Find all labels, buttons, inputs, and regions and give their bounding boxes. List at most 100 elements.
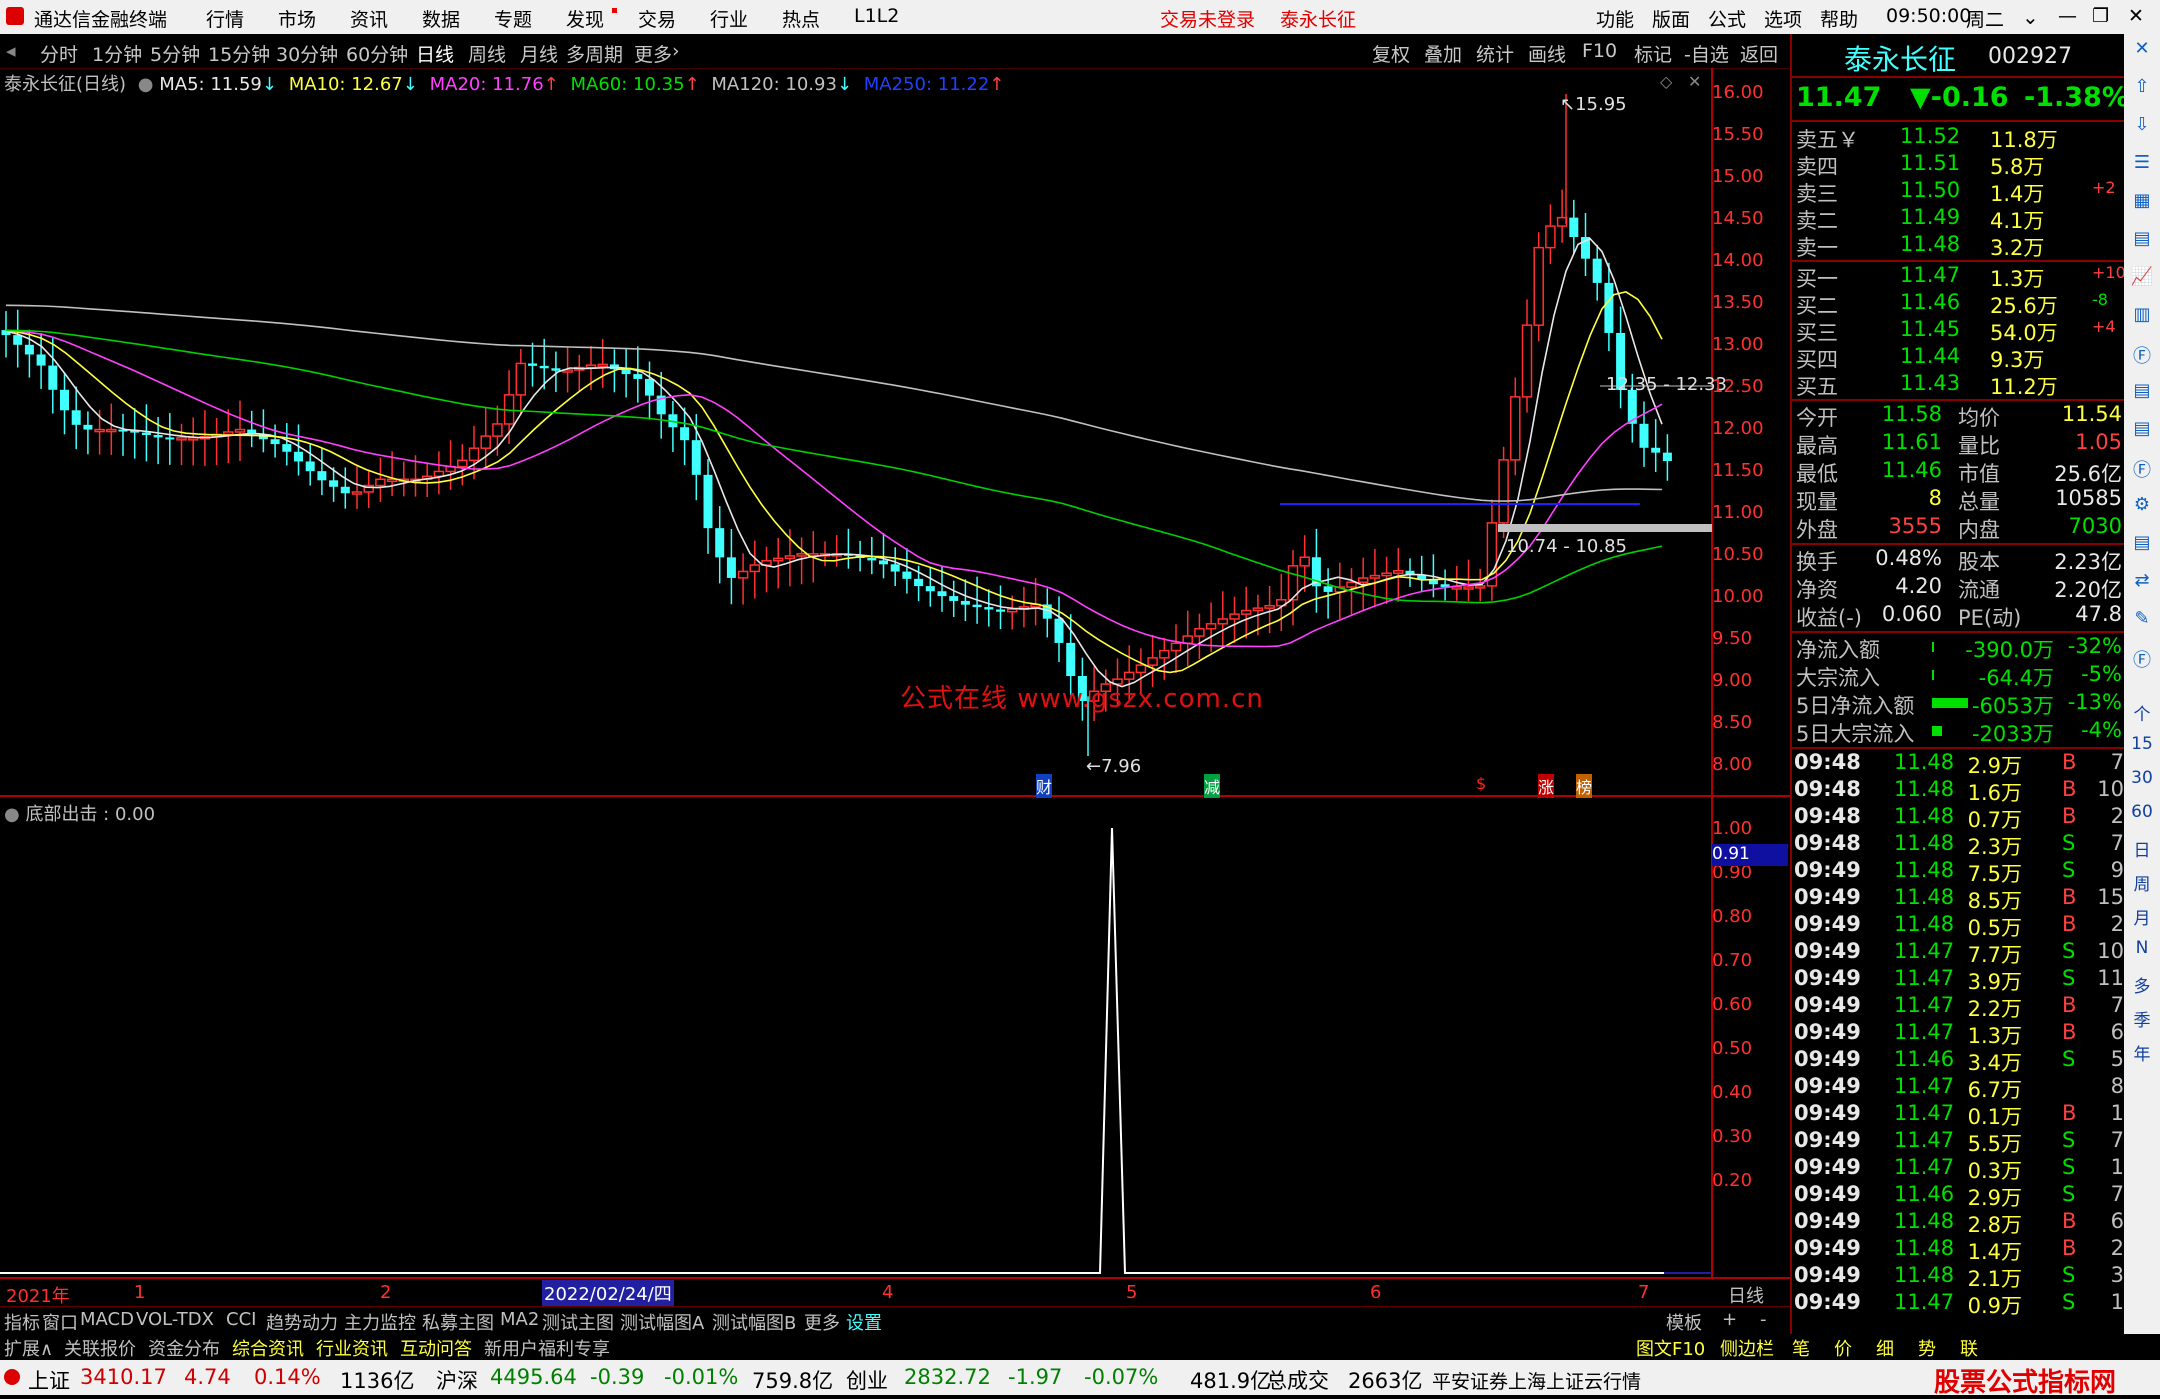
period-tab[interactable]: 1分钟: [92, 40, 142, 67]
tool-f10[interactable]: F10: [1582, 40, 1617, 62]
indicator-tab[interactable]: MA2: [500, 1309, 539, 1330]
side-tool-icon[interactable]: ⚙: [2130, 494, 2154, 518]
menu-hot[interactable]: 热点: [782, 5, 820, 32]
side-tool-icon[interactable]: ✕: [2130, 38, 2154, 62]
period-tab[interactable]: 60分钟: [346, 40, 408, 67]
side-tool-icon[interactable]: ✎: [2130, 608, 2154, 632]
panel-tab[interactable]: 细: [1876, 1335, 1894, 1361]
side-tool-icon[interactable]: ▥: [2130, 304, 2154, 328]
dropdown-icon[interactable]: ⌄: [2022, 5, 2039, 29]
info-tab[interactable]: 互动问答: [400, 1335, 472, 1361]
event-mark-reduce[interactable]: 减: [1204, 774, 1221, 798]
side-period-btn[interactable]: N: [2124, 938, 2160, 958]
side-tool-icon[interactable]: ▤: [2130, 418, 2154, 442]
tool-stat[interactable]: 统计: [1476, 40, 1514, 67]
side-tool-icon[interactable]: Ⓕ: [2130, 342, 2154, 367]
menu-l1l2[interactable]: L1L2: [854, 5, 899, 27]
info-tab[interactable]: 关联报价: [64, 1335, 136, 1361]
chart-area[interactable]: 泰永长征(日线) ● MA5: 11.59↓ MA10: 12.67↓ MA20…: [0, 68, 1790, 1307]
ask-row[interactable]: 卖二 11.49 4.1万: [1792, 205, 2126, 233]
period-tab[interactable]: 30分钟: [276, 40, 338, 67]
side-tool-icon[interactable]: ▦: [2130, 190, 2154, 214]
bid-row[interactable]: 买四 11.44 9.3万: [1792, 344, 2126, 372]
side-period-btn[interactable]: 15: [2124, 734, 2160, 754]
menu-topic[interactable]: 专题: [494, 5, 532, 32]
side-tool-icon[interactable]: ▤: [2130, 228, 2154, 252]
kline-chart[interactable]: [0, 68, 1790, 1306]
side-tool-icon[interactable]: ▤: [2130, 380, 2154, 404]
event-mark-list[interactable]: 榜: [1576, 774, 1593, 798]
menu-market[interactable]: 市场: [278, 5, 316, 32]
event-mark-finance[interactable]: 财: [1036, 774, 1053, 798]
period-tab-active[interactable]: 日线: [416, 40, 454, 67]
period-tab[interactable]: 分时: [40, 40, 78, 67]
menu-industry[interactable]: 行业: [710, 5, 748, 32]
bid-row[interactable]: 买一 11.47 1.3万 +10: [1792, 263, 2126, 291]
side-period-btn[interactable]: 周: [2124, 870, 2160, 895]
period-tab[interactable]: 多周期: [566, 40, 623, 67]
panel-tab[interactable]: 图文F10: [1636, 1335, 1705, 1361]
side-tool-icon[interactable]: ⇄: [2130, 570, 2154, 594]
side-tool-icon[interactable]: ⇧: [2130, 76, 2154, 100]
close-icon[interactable]: ✕: [2128, 5, 2144, 27]
menu-layout[interactable]: 版面: [1652, 5, 1690, 32]
period-tab[interactable]: 周线: [468, 40, 506, 67]
indicator-tab[interactable]: MACD: [80, 1309, 134, 1330]
event-mark-dollar[interactable]: $: [1476, 774, 1486, 793]
side-period-btn[interactable]: 多: [2124, 972, 2160, 997]
diamond-icon[interactable]: ◇: [1660, 72, 1672, 91]
settings-icon[interactable]: ●: [138, 74, 154, 95]
menu-formula[interactable]: 公式: [1708, 5, 1746, 32]
side-period-btn[interactable]: 年: [2124, 1040, 2160, 1065]
ask-row[interactable]: 卖三 11.50 1.4万 +2: [1792, 178, 2126, 206]
ask-row[interactable]: 卖五￥ 11.52 11.8万: [1792, 124, 2126, 152]
panel-tab[interactable]: 价: [1834, 1335, 1852, 1361]
side-tool-icon[interactable]: Ⓕ: [2130, 456, 2154, 481]
menu-news[interactable]: 资讯: [350, 5, 388, 32]
panel-tab[interactable]: 联: [1960, 1335, 1978, 1361]
indicator-tab[interactable]: VOL-TDX: [136, 1309, 214, 1330]
tool-watchlist[interactable]: -自选: [1684, 40, 1729, 67]
side-tool-icon[interactable]: ⇩: [2130, 114, 2154, 138]
period-tab[interactable]: 15分钟: [208, 40, 270, 67]
panel-tab[interactable]: 笔: [1792, 1335, 1810, 1361]
event-mark-limit-up[interactable]: 涨: [1538, 774, 1555, 798]
side-period-btn[interactable]: 30: [2124, 768, 2160, 788]
menu-trade[interactable]: 交易: [638, 5, 676, 32]
info-tab[interactable]: 扩展∧: [4, 1335, 53, 1361]
info-tab[interactable]: 行业资讯: [316, 1335, 388, 1361]
menu-quotes[interactable]: 行情: [206, 5, 244, 32]
period-tab[interactable]: 月线: [520, 40, 558, 67]
collapse-icon[interactable]: ◂: [6, 40, 16, 62]
tool-fq[interactable]: 复权: [1372, 40, 1410, 67]
side-period-btn[interactable]: 个: [2124, 700, 2160, 725]
side-period-btn[interactable]: 季: [2124, 1006, 2160, 1031]
menu-discover[interactable]: 发现: [566, 5, 604, 32]
tool-draw[interactable]: 画线: [1528, 40, 1566, 67]
trade-login-status[interactable]: 交易未登录: [1160, 5, 1255, 32]
bid-row[interactable]: 买三 11.45 54.0万 +4: [1792, 317, 2126, 345]
info-tab[interactable]: 资金分布: [148, 1335, 220, 1361]
period-tab[interactable]: 5分钟: [150, 40, 200, 67]
settings-icon[interactable]: ●: [4, 804, 20, 825]
panel-tab[interactable]: 势: [1918, 1335, 1936, 1361]
side-period-btn[interactable]: 日: [2124, 836, 2160, 861]
remove-button[interactable]: -: [1760, 1309, 1767, 1330]
tool-overlay[interactable]: 叠加: [1424, 40, 1462, 67]
side-tool-icon[interactable]: ▤: [2130, 532, 2154, 556]
indicator-tab[interactable]: CCI: [226, 1309, 256, 1330]
bid-row[interactable]: 买五 11.43 11.2万: [1792, 371, 2126, 399]
side-period-btn[interactable]: 60: [2124, 802, 2160, 822]
bid-row[interactable]: 买二 11.46 25.6万 -8: [1792, 290, 2126, 318]
minimize-icon[interactable]: —: [2058, 5, 2077, 27]
tool-mark[interactable]: 标记: [1634, 40, 1672, 67]
menu-options[interactable]: 选项: [1764, 5, 1802, 32]
ask-row[interactable]: 卖一 11.48 3.2万: [1792, 232, 2126, 260]
menu-function[interactable]: 功能: [1596, 5, 1634, 32]
restore-icon[interactable]: ❐: [2092, 5, 2109, 27]
ask-row[interactable]: 卖四 11.51 5.8万: [1792, 151, 2126, 179]
side-period-btn[interactable]: 月: [2124, 904, 2160, 929]
add-button[interactable]: +: [1722, 1309, 1737, 1330]
menu-help[interactable]: 帮助: [1820, 5, 1858, 32]
tool-back[interactable]: 返回: [1740, 40, 1778, 67]
